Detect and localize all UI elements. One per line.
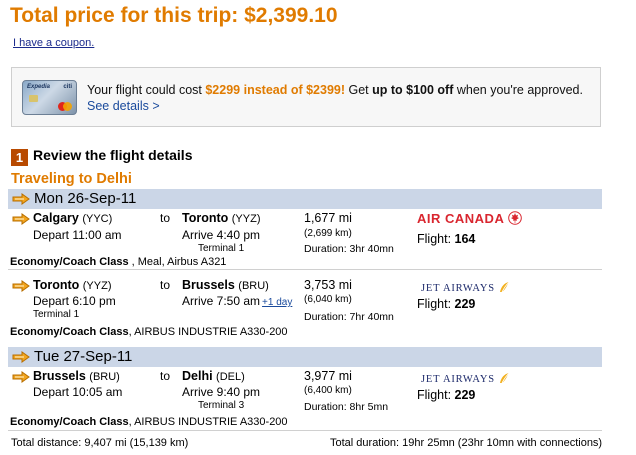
trip-direction-heading: Traveling to Delhi bbox=[11, 171, 132, 187]
origin-city: Brussels (BRU) bbox=[33, 369, 120, 383]
departure-terminal: Terminal 1 bbox=[33, 309, 80, 320]
flight-leg: Brussels (BRU) Depart 10:05 am to Delhi … bbox=[8, 369, 602, 415]
leg-duration: Duration: 8hr 5mn bbox=[304, 401, 389, 413]
jet-airways-logo: JET AIRWAYS bbox=[421, 281, 510, 294]
distance-km: (2,699 km) bbox=[304, 228, 352, 239]
promo-price-highlight: $2299 instead of $2399! bbox=[205, 83, 346, 97]
origin-city: Calgary (YYC) bbox=[33, 211, 113, 225]
total-distance: Total distance: 9,407 mi (15,139 km) bbox=[11, 437, 189, 449]
see-details-link[interactable]: See details > bbox=[87, 99, 160, 113]
destination-city: Delhi (DEL) bbox=[182, 369, 245, 383]
credit-card-image: Expedia citi bbox=[22, 80, 77, 115]
leg-duration: Duration: 7hr 40mn bbox=[304, 311, 394, 323]
plane-arrow-icon bbox=[12, 213, 30, 225]
to-label: to bbox=[160, 211, 171, 225]
arrival-time: Arrive 7:50 am +1 day bbox=[182, 294, 293, 308]
departure-time: Depart 6:10 pm bbox=[33, 294, 116, 308]
cabin-class-info: Economy/Coach Class, AIRBUS INDUSTRIE A3… bbox=[10, 416, 288, 428]
total-price-heading: Total price for this trip: $2,399.10 bbox=[10, 4, 338, 27]
flight-leg: Toronto (YYZ) Depart 6:10 pm Terminal 1 … bbox=[8, 278, 602, 326]
section-heading: 1 Review the flight details bbox=[11, 147, 192, 166]
date-label: Mon 26-Sep-11 bbox=[34, 190, 137, 207]
plane-arrow-icon bbox=[12, 280, 30, 292]
arrival-terminal: Terminal 3 bbox=[198, 400, 245, 411]
plane-arrow-icon bbox=[12, 193, 30, 205]
flight-number: Flight: 164 bbox=[417, 232, 476, 246]
promo-discount: up to $100 off bbox=[372, 83, 454, 97]
jet-airways-sun-icon bbox=[500, 372, 510, 384]
coupon-link[interactable]: I have a coupon. bbox=[13, 37, 94, 49]
step-number-badge: 1 bbox=[11, 149, 28, 166]
plus-one-day-link[interactable]: +1 day bbox=[262, 297, 292, 308]
promo-message: Your flight could cost $2299 instead of … bbox=[87, 83, 583, 113]
to-label: to bbox=[160, 369, 171, 383]
jet-airways-logo: JET AIRWAYS bbox=[421, 372, 510, 385]
jet-airways-sun-icon bbox=[500, 281, 510, 293]
origin-city: Toronto (YYZ) bbox=[33, 278, 112, 292]
flight-number: Flight: 229 bbox=[417, 297, 476, 311]
to-label: to bbox=[160, 278, 171, 292]
air-canada-logo: AIR CANADA bbox=[417, 211, 522, 226]
destination-city: Toronto (YYZ) bbox=[182, 211, 261, 225]
maple-leaf-icon bbox=[508, 211, 522, 225]
divider bbox=[8, 269, 602, 270]
departure-time: Depart 11:00 am bbox=[33, 228, 122, 242]
plane-arrow-icon bbox=[12, 351, 30, 363]
departure-time: Depart 10:05 am bbox=[33, 385, 123, 399]
credit-card-promo: Expedia citi Your flight could cost $229… bbox=[11, 67, 601, 127]
leg-duration: Duration: 3hr 40mn bbox=[304, 243, 394, 255]
distance-km: (6,400 km) bbox=[304, 385, 352, 396]
cabin-class-info: Economy/Coach Class, AIRBUS INDUSTRIE A3… bbox=[10, 326, 288, 338]
distance-miles: 3,753 mi bbox=[304, 278, 352, 292]
mastercard-icon bbox=[58, 102, 72, 111]
date-bar: Tue 27-Sep-11 bbox=[8, 347, 602, 367]
distance-miles: 1,677 mi bbox=[304, 211, 352, 225]
destination-city: Brussels (BRU) bbox=[182, 278, 269, 292]
arrival-terminal: Terminal 1 bbox=[198, 243, 245, 254]
arrival-time: Arrive 9:40 pm bbox=[182, 385, 261, 399]
flight-number: Flight: 229 bbox=[417, 388, 476, 402]
distance-km: (6,040 km) bbox=[304, 294, 352, 305]
arrival-time: Arrive 4:40 pm bbox=[182, 228, 261, 242]
divider bbox=[8, 430, 602, 431]
date-label: Tue 27-Sep-11 bbox=[34, 348, 133, 365]
plane-arrow-icon bbox=[12, 371, 30, 383]
distance-miles: 3,977 mi bbox=[304, 369, 352, 383]
cabin-class-info: Economy/Coach Class , Meal, Airbus A321 bbox=[10, 256, 227, 268]
total-duration: Total duration: 19hr 25mn (23hr 10mn wit… bbox=[330, 437, 603, 449]
date-bar: Mon 26-Sep-11 bbox=[8, 189, 602, 209]
